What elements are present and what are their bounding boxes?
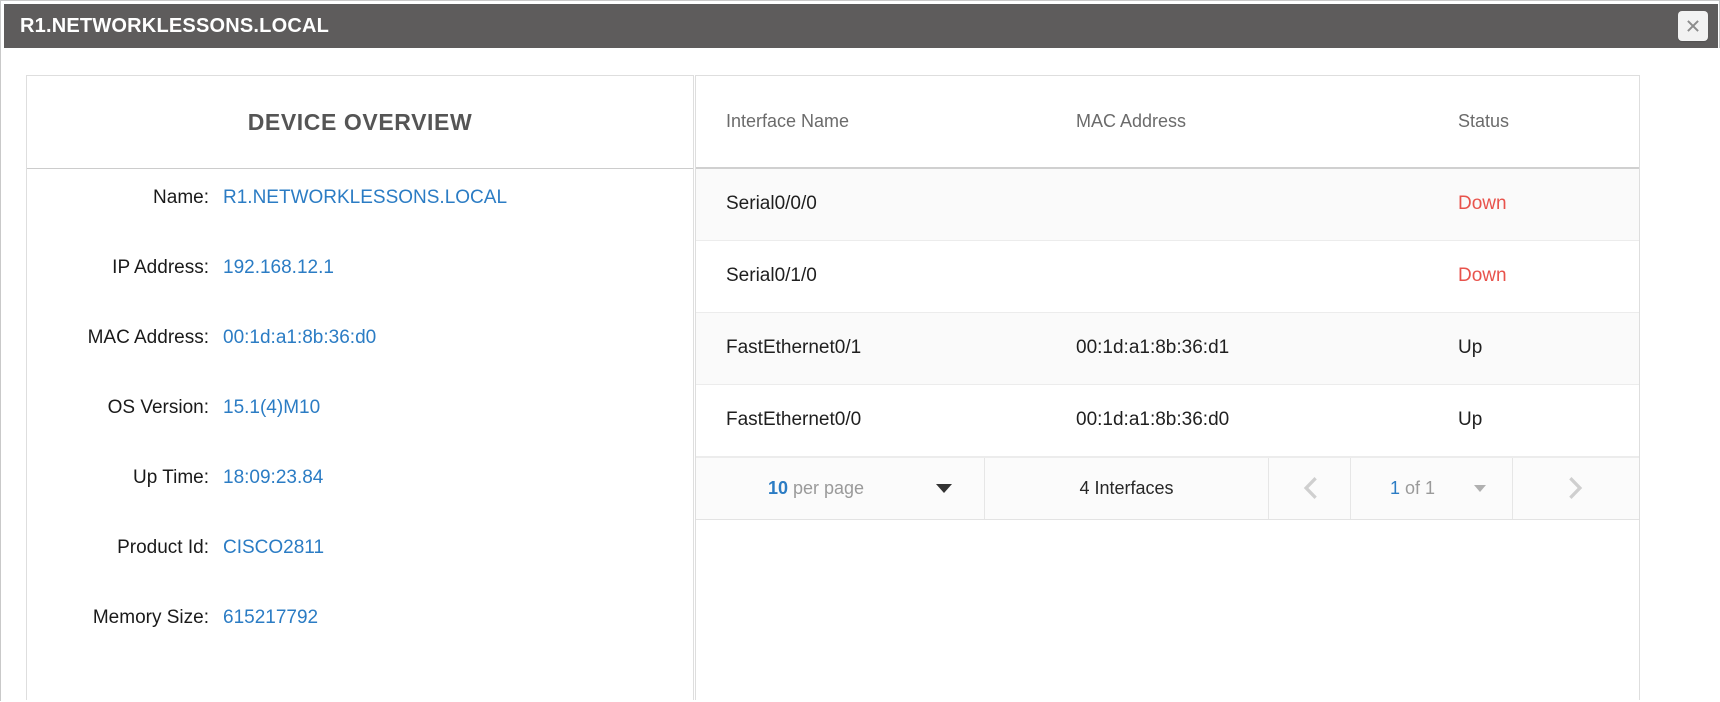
field-label-ip-address: IP Address: [112,257,209,278]
field-row-name: Name: R1.NETWORKLESSONS.LOCAL [27,187,693,257]
table-row[interactable]: Serial0/1/0 Down [696,240,1639,313]
interfaces-table: Interface Name MAC Address Status Serial [696,76,1639,457]
cell-interface-name: FastEthernet0/0 [696,384,1046,457]
field-row-up-time: Up Time: 18:09:23.84 [27,467,693,537]
cell-interface-name: Serial0/0/0 [696,168,1046,241]
window-titlebar: R1.NETWORKLESSONS.LOCAL [4,4,1718,48]
field-row-ip-address: IP Address: 192.168.12.1 [27,257,693,327]
field-label-memory-size: Memory Size: [92,607,209,628]
previous-page-button[interactable] [1269,457,1351,519]
cell-interface-name-text: FastEthernet0/1 [726,337,862,358]
table-row[interactable]: FastEthernet0/1 00:1d:a1:8b:36:d1 Up [696,312,1639,385]
field-row-os-version: OS Version: 15.1(4)M10 [27,397,693,467]
field-value-os-version: 15.1(4)M10 [223,397,321,418]
interface-count-label: 4 Interfaces [1079,477,1174,498]
column-header-mac-address-label: MAC Address [1076,111,1187,131]
field-label-mac-address: MAC Address: [87,327,209,348]
field-label-product-id: Product Id: [117,537,209,558]
window-title: R1.NETWORKLESSONS.LOCAL [20,14,330,37]
field-row-product-id: Product Id: CISCO2811 [27,537,693,607]
cell-interface-name: Serial0/1/0 [696,240,1046,313]
device-overview-header: DEVICE OVERVIEW [27,76,693,169]
close-button[interactable] [1678,11,1708,41]
current-page-number: 1 [1389,477,1400,498]
cell-status: Up [1436,312,1639,385]
field-label-os-version: OS Version: [107,397,209,418]
field-value-up-time: 18:09:23.84 [223,467,324,488]
field-value-product-id: CISCO2811 [223,537,325,558]
per-page-value: 10 [767,477,788,498]
cell-status: Up [1436,384,1639,457]
field-value-memory-size: 615217792 [223,607,319,628]
cell-mac-address [1046,168,1436,241]
per-page-label: per page [792,477,865,498]
status-badge: Down [1458,193,1507,215]
column-header-mac-address[interactable]: MAC Address [1046,76,1436,169]
field-value-ip-address: 192.168.12.1 [223,257,334,278]
field-label-up-time: Up Time: [132,467,209,488]
total-pages-label: of 1 [1405,477,1436,498]
field-row-memory-size: Memory Size: 615217792 [27,607,693,677]
page-title: DEVICE OVERVIEW [247,108,473,135]
close-icon [1685,18,1701,34]
cell-mac-address [1046,240,1436,313]
caret-down-icon[interactable] [936,483,952,493]
cell-mac-address: 00:1d:a1:8b:36:d0 [1046,384,1436,457]
per-page-selector[interactable]: 10 per page [696,457,985,519]
interfaces-table-head: Interface Name MAC Address Status [696,76,1639,169]
column-header-status[interactable]: Status [1436,76,1639,169]
caret-down-icon[interactable] [1474,484,1486,492]
interface-count: 4 Interfaces [985,457,1269,519]
interfaces-table-body: Serial0/0/0 Down Serial0/1/0 Down FastEt… [696,168,1639,457]
device-detail-window: R1.NETWORKLESSONS.LOCAL DEVICE OVERVIEW … [0,0,1720,702]
status-badge: Up [1458,337,1483,358]
device-overview-panel: DEVICE OVERVIEW Name: R1.NETWORKLESSONS.… [26,75,694,700]
cell-interface-name-text: Serial0/0/0 [726,193,817,215]
cell-mac-address: 00:1d:a1:8b:36:d1 [1046,312,1436,385]
next-page-button[interactable] [1513,458,1639,519]
column-header-interface-name-label: Interface Name [726,111,850,131]
per-page-label-group: 10 per page [696,478,936,499]
window-content: DEVICE OVERVIEW Name: R1.NETWORKLESSONS.… [1,48,1720,702]
column-header-status-label: Status [1458,111,1510,131]
status-badge: Up [1458,409,1483,430]
page-label-group: 1 of 1 [1351,478,1474,499]
table-row[interactable]: FastEthernet0/0 00:1d:a1:8b:36:d0 Up [696,384,1639,457]
field-value-name: R1.NETWORKLESSONS.LOCAL [223,187,508,208]
chevron-right-icon [1565,473,1587,503]
cell-interface-name-text: Serial0/1/0 [726,265,817,286]
table-row[interactable]: Serial0/0/0 Down [696,168,1639,241]
field-row-mac-address: MAC Address: 00:1d:a1:8b:36:d0 [27,327,693,397]
interfaces-panel: Interface Name MAC Address Status Serial [695,75,1640,700]
device-overview-fields: Name: R1.NETWORKLESSONS.LOCAL IP Address… [27,169,693,677]
column-header-interface-name[interactable]: Interface Name [696,76,1046,169]
field-value-mac-address: 00:1d:a1:8b:36:d0 [223,327,377,348]
cell-mac-address-text: 00:1d:a1:8b:36:d0 [1076,409,1230,430]
table-header-row: Interface Name MAC Address Status [696,76,1639,169]
chevron-left-icon [1299,473,1321,503]
cell-interface-name: FastEthernet0/1 [696,312,1046,385]
cell-interface-name-text: FastEthernet0/0 [726,409,862,430]
field-label-name: Name: [153,187,209,208]
cell-status: Down [1436,240,1639,313]
cell-mac-address-text: 00:1d:a1:8b:36:d1 [1076,337,1230,358]
status-badge: Down [1458,265,1507,286]
page-selector[interactable]: 1 of 1 [1351,457,1513,519]
pagination-bar: 10 per page 4 Interfaces 1 of 1 [696,456,1639,520]
cell-status: Down [1436,168,1639,241]
